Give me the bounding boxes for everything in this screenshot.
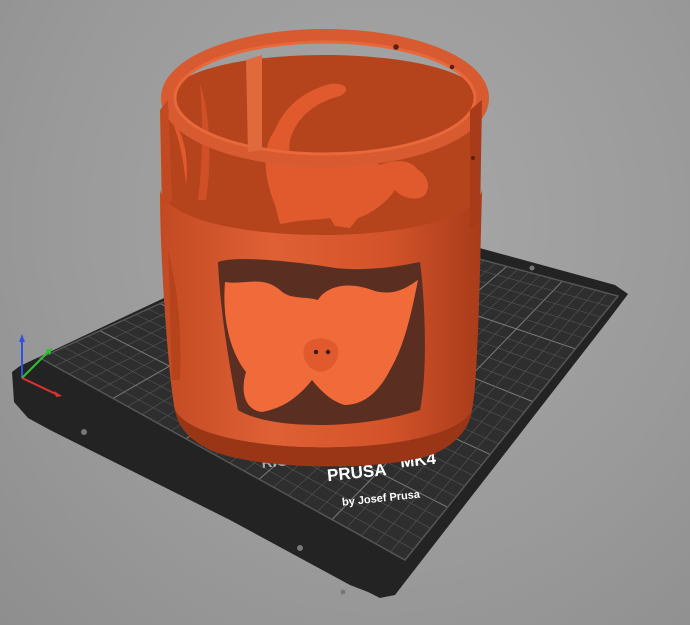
rim-hole-icon (393, 44, 399, 50)
rim-hole-icon (471, 156, 475, 160)
bed-hole-icon (529, 265, 535, 271)
3d-viewport[interactable]: RIGINAL PRUSA MK4 by Josef Prusa (0, 0, 690, 625)
bed-hole-icon (297, 545, 303, 551)
lantern-model[interactable] (160, 29, 489, 467)
bed-hole-icon (340, 589, 346, 595)
bed-hole-icon (81, 429, 87, 435)
rim-hole-icon (449, 64, 455, 70)
scene-canvas[interactable]: RIGINAL PRUSA MK4 by Josef Prusa (0, 0, 690, 625)
